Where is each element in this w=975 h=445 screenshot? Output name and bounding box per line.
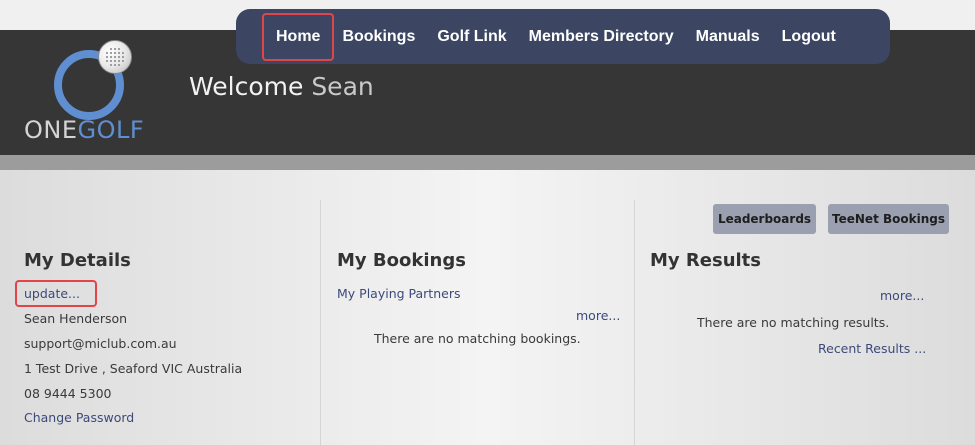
nav-golf-link[interactable]: Golf Link bbox=[437, 28, 506, 46]
results-more-link[interactable]: more... bbox=[880, 288, 924, 303]
home-highlight-box bbox=[262, 13, 334, 61]
my-results-heading: My Results bbox=[650, 250, 761, 271]
recent-results-link[interactable]: Recent Results ... bbox=[818, 341, 926, 356]
welcome-greeting: Welcome bbox=[189, 72, 304, 101]
update-highlight-box bbox=[15, 280, 97, 307]
welcome-message: Welcome Sean bbox=[189, 72, 374, 101]
welcome-user-name: Sean bbox=[311, 72, 374, 101]
onegolf-logo[interactable]: ONEGOLF bbox=[22, 40, 162, 145]
nav-bookings[interactable]: Bookings bbox=[342, 28, 415, 46]
nav-logout[interactable]: Logout bbox=[782, 28, 836, 46]
my-details-heading: My Details bbox=[24, 250, 131, 271]
leaderboards-button[interactable]: Leaderboards bbox=[713, 204, 816, 234]
member-email: support@miclub.com.au bbox=[24, 336, 177, 351]
playing-partners-link[interactable]: My Playing Partners bbox=[337, 286, 460, 301]
header-band bbox=[0, 155, 975, 170]
member-address: 1 Test Drive , Seaford VIC Australia bbox=[24, 361, 243, 376]
bookings-empty-message: There are no matching bookings. bbox=[374, 331, 581, 346]
logo-text-golf: GOLF bbox=[77, 116, 145, 144]
nav-manuals[interactable]: Manuals bbox=[696, 28, 760, 46]
bookings-more-link[interactable]: more... bbox=[576, 308, 620, 323]
column-divider bbox=[634, 200, 635, 445]
change-password-link[interactable]: Change Password bbox=[24, 410, 134, 425]
member-name: Sean Henderson bbox=[24, 311, 128, 326]
results-empty-message: There are no matching results. bbox=[697, 315, 890, 330]
logo-text: ONEGOLF bbox=[24, 116, 144, 144]
member-phone: 08 9444 5300 bbox=[24, 386, 112, 401]
golf-ball-icon bbox=[98, 40, 132, 74]
nav-members-directory[interactable]: Members Directory bbox=[529, 28, 674, 46]
main-nav: Home Bookings Golf Link Members Director… bbox=[236, 9, 890, 64]
teenet-bookings-button[interactable]: TeeNet Bookings bbox=[828, 204, 949, 234]
my-bookings-heading: My Bookings bbox=[337, 250, 466, 271]
logo-text-one: ONE bbox=[24, 116, 78, 144]
column-divider bbox=[320, 200, 321, 445]
